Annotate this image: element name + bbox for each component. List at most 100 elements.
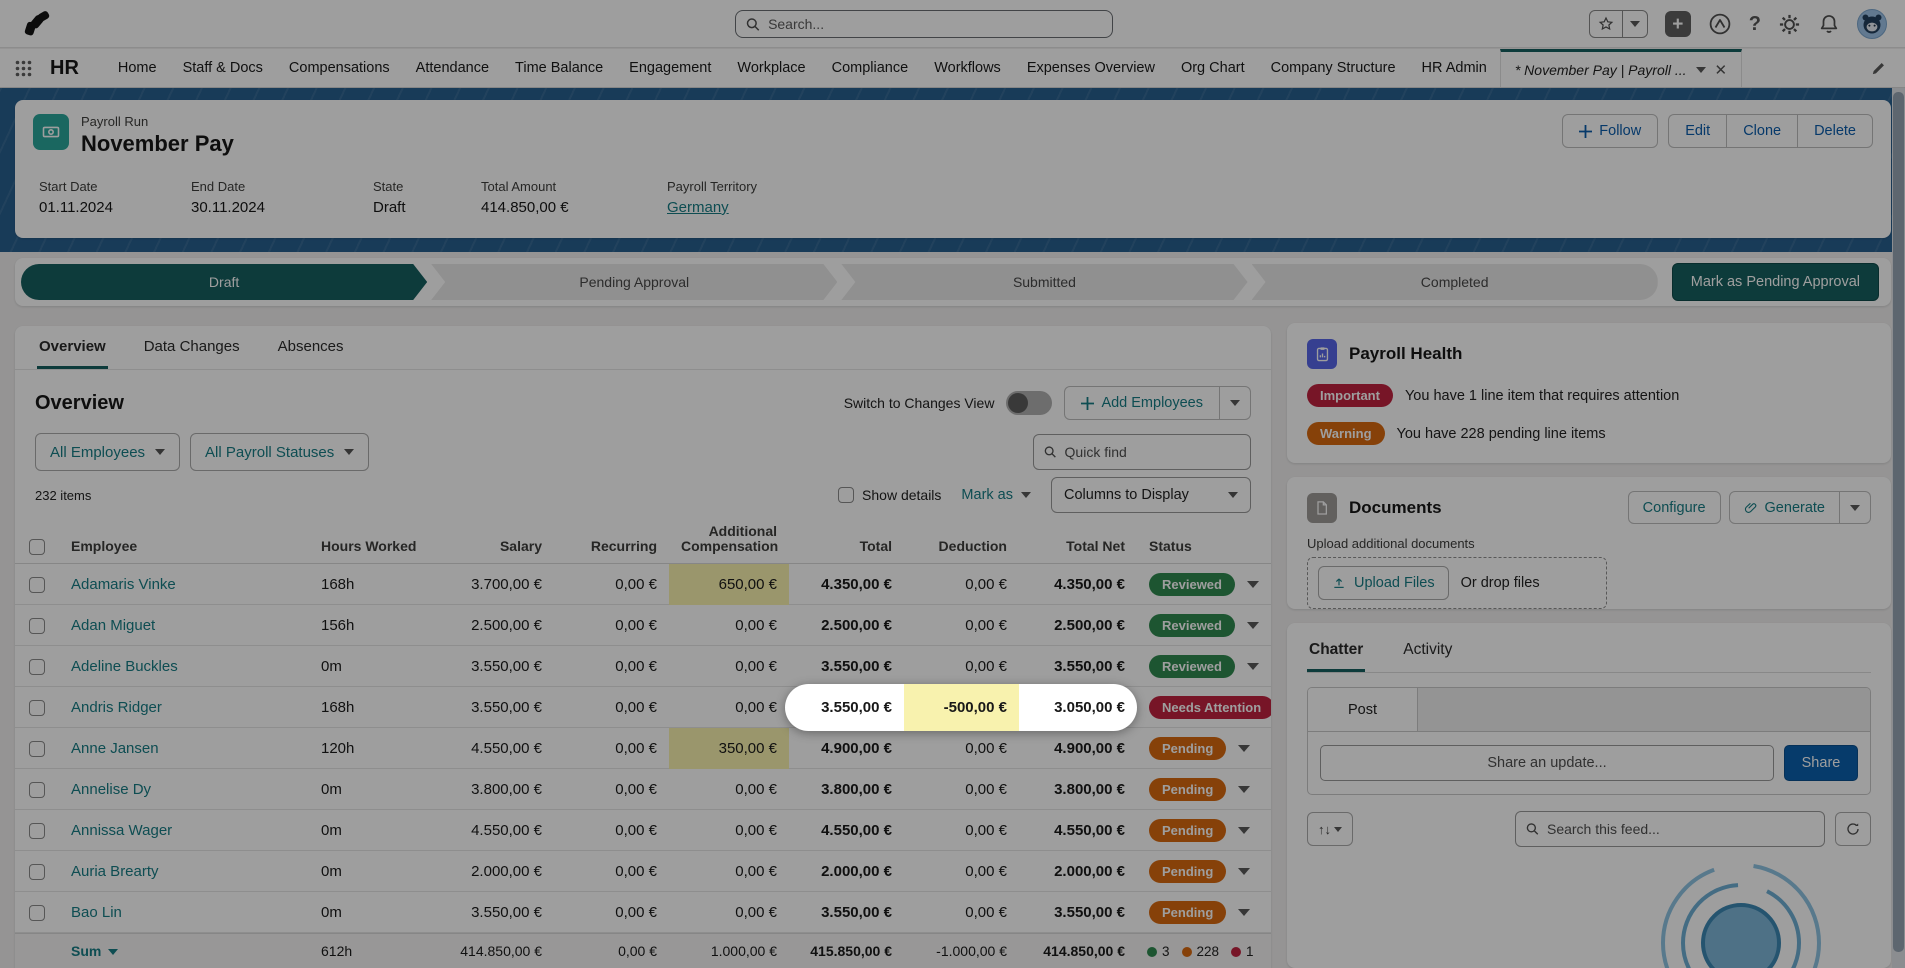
file-dropzone[interactable]: Upload Files Or drop files (1307, 557, 1607, 609)
app-launcher-icon[interactable] (0, 49, 46, 87)
guidance-icon[interactable] (1708, 12, 1732, 36)
show-details-checkbox[interactable]: Show details (838, 487, 941, 503)
column-deduction[interactable]: Deduction (904, 539, 1019, 563)
tab-close-icon[interactable]: ✕ (1715, 61, 1728, 79)
path-stage-draft[interactable]: Draft (21, 264, 427, 300)
row-actions-chevron[interactable] (1238, 745, 1250, 752)
filter-all-payroll-statuses[interactable]: All Payroll Statuses (190, 433, 369, 471)
row-checkbox[interactable] (15, 769, 59, 810)
user-avatar[interactable] (1857, 9, 1887, 39)
changes-view-toggle[interactable] (1006, 391, 1052, 415)
row-checkbox[interactable] (15, 810, 59, 851)
row-actions-chevron[interactable] (1238, 786, 1250, 793)
configure-button[interactable]: Configure (1628, 491, 1721, 524)
employee-link[interactable]: Adeline Buckles (71, 658, 178, 675)
employee-link[interactable]: Adamaris Vinke (71, 576, 176, 593)
employee-link[interactable]: Auria Brearty (71, 863, 159, 880)
feed-sort-button[interactable]: ↑↓ (1307, 812, 1353, 846)
row-actions-chevron[interactable] (1247, 581, 1259, 588)
sum-dropdown[interactable]: Sum (59, 934, 309, 968)
employee-link[interactable]: Annelise Dy (71, 781, 151, 798)
nav-item-hr-admin[interactable]: HR Admin (1409, 49, 1500, 87)
upload-files-button[interactable]: Upload Files (1318, 566, 1449, 600)
generate-dropdown-button[interactable] (1840, 491, 1871, 524)
quick-find-input[interactable] (1065, 444, 1240, 460)
column-total-net[interactable]: Total Net (1019, 539, 1137, 563)
nav-item-home[interactable]: Home (105, 49, 170, 87)
payroll-territory-link[interactable]: Germany (667, 199, 757, 216)
employee-link[interactable]: Andris Ridger (71, 699, 162, 716)
select-all-checkbox[interactable] (15, 539, 59, 563)
delete-button[interactable]: Delete (1797, 114, 1873, 148)
global-actions-icon[interactable]: + (1665, 11, 1691, 37)
row-checkbox[interactable] (15, 564, 59, 605)
row-actions-chevron[interactable] (1238, 827, 1250, 834)
add-employees-button[interactable]: Add Employees (1064, 386, 1220, 420)
edit-nav-pencil-icon[interactable] (1870, 49, 1905, 87)
tab-chatter[interactable]: Chatter (1307, 633, 1365, 672)
nav-item-engagement[interactable]: Engagement (616, 49, 724, 87)
column-status[interactable]: Status (1137, 539, 1271, 563)
share-update-field[interactable] (1320, 745, 1774, 781)
employee-link[interactable]: Anne Jansen (71, 740, 159, 757)
workspace-tab-november-pay[interactable]: * November Pay | Payroll ... ✕ (1500, 49, 1742, 87)
page-scrollbar[interactable] (1892, 88, 1905, 968)
row-checkbox[interactable] (15, 687, 59, 728)
mark-as-dropdown[interactable]: Mark as (961, 487, 1031, 503)
edit-button[interactable]: Edit (1668, 114, 1726, 148)
tab-absences[interactable]: Absences (276, 328, 346, 369)
row-actions-chevron[interactable] (1238, 909, 1250, 916)
share-update-input[interactable] (1333, 755, 1761, 771)
column-total[interactable]: Total (789, 539, 904, 563)
tab-data-changes[interactable]: Data Changes (142, 328, 242, 369)
path-stage-pending-approval[interactable]: Pending Approval (431, 264, 837, 300)
nav-item-expenses-overview[interactable]: Expenses Overview (1014, 49, 1168, 87)
add-employees-dropdown-button[interactable] (1220, 386, 1251, 420)
tab-post[interactable]: Post (1308, 688, 1418, 731)
columns-to-display-select[interactable]: Columns to Display (1051, 477, 1251, 513)
nav-item-compensations[interactable]: Compensations (276, 49, 403, 87)
row-checkbox[interactable] (15, 851, 59, 892)
favorites-button[interactable] (1589, 10, 1648, 38)
employee-link[interactable]: Annissa Wager (71, 822, 172, 839)
clone-button[interactable]: Clone (1726, 114, 1797, 148)
path-stage-completed[interactable]: Completed (1252, 264, 1658, 300)
nav-item-compliance[interactable]: Compliance (819, 49, 922, 87)
row-checkbox[interactable] (15, 892, 59, 933)
help-icon[interactable]: ? (1749, 13, 1761, 36)
nav-item-company-structure[interactable]: Company Structure (1258, 49, 1409, 87)
tab-activity[interactable]: Activity (1401, 633, 1454, 672)
follow-button[interactable]: Follow (1562, 114, 1658, 148)
global-search-input[interactable] (768, 16, 1102, 32)
column-hours-worked[interactable]: Hours Worked (309, 539, 429, 563)
global-search[interactable] (735, 10, 1113, 38)
row-checkbox[interactable] (15, 646, 59, 687)
path-stage-submitted[interactable]: Submitted (841, 264, 1247, 300)
row-actions-chevron[interactable] (1238, 868, 1250, 875)
nav-item-time-balance[interactable]: Time Balance (502, 49, 616, 87)
notifications-bell-icon[interactable] (1818, 13, 1840, 35)
nav-item-org-chart[interactable]: Org Chart (1168, 49, 1258, 87)
tab-chevron-down-icon[interactable] (1696, 67, 1706, 73)
nav-item-attendance[interactable]: Attendance (403, 49, 502, 87)
row-actions-chevron[interactable] (1247, 622, 1259, 629)
star-icon[interactable] (1590, 16, 1622, 32)
employee-link[interactable]: Bao Lin (71, 904, 122, 921)
row-actions-chevron[interactable] (1247, 663, 1259, 670)
column-recurring[interactable]: Recurring (554, 539, 669, 563)
mark-as-pending-approval-button[interactable]: Mark as Pending Approval (1672, 263, 1879, 301)
filter-all-employees[interactable]: All Employees (35, 433, 180, 471)
tab-overview[interactable]: Overview (37, 328, 108, 369)
share-button[interactable]: Share (1784, 745, 1858, 781)
generate-button[interactable]: Generate (1729, 491, 1840, 524)
nav-item-staff-docs[interactable]: Staff & Docs (170, 49, 276, 87)
setup-gear-icon[interactable] (1778, 13, 1801, 36)
column-additional-compensation[interactable]: Additional Compensation (669, 524, 789, 563)
row-checkbox[interactable] (15, 605, 59, 646)
nav-item-workplace[interactable]: Workplace (724, 49, 818, 87)
row-checkbox[interactable] (15, 728, 59, 769)
employee-link[interactable]: Adan Miguet (71, 617, 155, 634)
quick-find-search[interactable] (1033, 434, 1251, 470)
favorites-dropdown-icon[interactable] (1622, 11, 1647, 37)
column-salary[interactable]: Salary (429, 539, 554, 563)
